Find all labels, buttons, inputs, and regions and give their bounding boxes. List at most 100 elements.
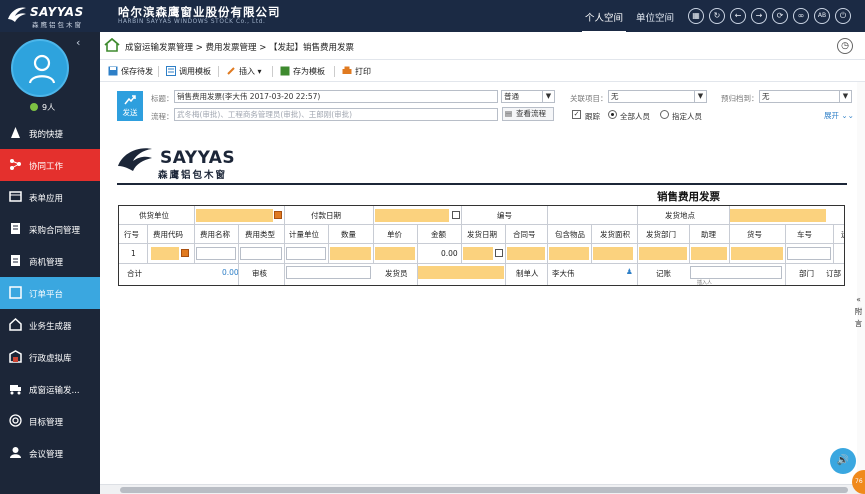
- fee-code-input[interactable]: [151, 247, 179, 260]
- ship-dept-input[interactable]: [639, 247, 687, 260]
- call-template-button[interactable]: 调用模板: [166, 66, 211, 77]
- brand-name: SAYYAS: [30, 5, 84, 19]
- number-label: 编号: [497, 211, 512, 220]
- sidebar-item-order-platform[interactable]: 订单平台: [0, 277, 100, 309]
- grid-line: [147, 225, 148, 263]
- unit-input[interactable]: [286, 247, 326, 260]
- col-amount: 金额: [431, 230, 446, 239]
- fee-name-input[interactable]: [196, 247, 236, 260]
- related-project-select[interactable]: 无 ▼: [608, 90, 707, 103]
- collapse-sidebar-icon[interactable]: ‹: [76, 36, 80, 49]
- view-flow-button[interactable]: ▤ 查看流程: [502, 107, 554, 121]
- refresh-icon[interactable]: ↻: [709, 8, 725, 24]
- grid-line: [284, 206, 285, 285]
- clock-icon[interactable]: ◷: [837, 38, 853, 54]
- online-user-count[interactable]: 9人: [30, 102, 55, 113]
- items-input[interactable]: [549, 247, 589, 260]
- home-icon[interactable]: [104, 38, 120, 52]
- fee-type-input[interactable]: [240, 247, 282, 260]
- col-quantity: 数量: [341, 230, 356, 239]
- sidebar-item-opportunity[interactable]: 商机管理: [0, 245, 100, 277]
- priority-select[interactable]: 普通 ▼: [501, 90, 555, 103]
- opportunity-icon: [11, 255, 20, 266]
- invoice-grid: 供货单位 付款日期 编号 发货地点 行号 费用代码 费用名称 费用类型 计量单位…: [118, 205, 845, 286]
- flow-input[interactable]: 武冬梅(审批)、工程商务管理员(审批)、王郎刚(审批): [174, 108, 498, 121]
- specific-people-label: 指定人员: [672, 112, 702, 121]
- vertical-scrollbar[interactable]: [857, 82, 865, 482]
- sidebar-item-purchase-contract[interactable]: 采购合同管理: [0, 213, 100, 245]
- side-note-tab[interactable]: «附言: [852, 294, 865, 330]
- sidebar-item-collab[interactable]: 协同工作: [0, 149, 100, 181]
- quantity-input[interactable]: [330, 247, 371, 260]
- calendar-icon[interactable]: [495, 249, 503, 257]
- review-input[interactable]: [286, 266, 371, 279]
- save-template-icon: [280, 66, 290, 76]
- col-contract-no: 合同号: [513, 230, 536, 239]
- truck-no-input[interactable]: [787, 247, 831, 260]
- specific-people-radio[interactable]: [660, 110, 669, 119]
- ship-date-input[interactable]: [463, 247, 493, 260]
- grid-line: [689, 225, 690, 263]
- lookup-icon[interactable]: [181, 249, 189, 257]
- template-icon: [166, 66, 176, 76]
- col-unit: 计量单位: [289, 230, 319, 239]
- avatar[interactable]: [11, 39, 69, 97]
- grid-line: [194, 206, 195, 263]
- total-label: 合计: [127, 269, 142, 278]
- tab-unit-space[interactable]: 单位空间: [636, 10, 674, 24]
- contract-no-input[interactable]: [507, 247, 545, 260]
- sidebar-item-admin-storage[interactable]: 行政虚拟库: [0, 341, 100, 373]
- save-draft-button[interactable]: 保存待发: [108, 66, 153, 77]
- scrollbar-thumb[interactable]: [120, 487, 848, 493]
- tab-personal-space[interactable]: 个人空间: [581, 10, 627, 33]
- sidebar: ‹ 9人 我的快捷 协同工作 表单应用 采购合同管理 商机管理 订单平台 业务生…: [0, 32, 100, 494]
- all-people-radio[interactable]: [608, 110, 617, 119]
- sidebar-item-builder[interactable]: 业务生成器: [0, 309, 100, 341]
- save-template-button[interactable]: 存为模板: [280, 66, 325, 77]
- save-icon: [108, 66, 118, 76]
- ab-icon[interactable]: AB: [814, 8, 830, 24]
- assistant-input[interactable]: [691, 247, 727, 260]
- col-assistant: 助理: [701, 230, 716, 239]
- send-button[interactable]: 发送: [117, 91, 143, 121]
- archive-select[interactable]: 无 ▼: [759, 90, 852, 103]
- forward-icon[interactable]: →: [751, 8, 767, 24]
- ship-place-label: 发货地点: [665, 211, 695, 220]
- title-input[interactable]: 销售费用发票(李大伟 2017-03-20 22:57): [174, 90, 498, 103]
- app-logo[interactable]: SAYYAS 森鹰铝包木窗: [6, 3, 116, 29]
- maker-label: 制单人: [516, 269, 539, 278]
- shipper-input[interactable]: [418, 266, 504, 279]
- ship-area-input[interactable]: [593, 247, 633, 260]
- supplier-input[interactable]: [196, 209, 273, 222]
- bookkeep-input[interactable]: [690, 266, 782, 279]
- grid-line: [417, 225, 418, 285]
- track-checkbox[interactable]: ✓: [572, 110, 581, 119]
- sidebar-item-forms[interactable]: 表单应用: [0, 181, 100, 213]
- pay-date-input[interactable]: [375, 209, 449, 222]
- print-button[interactable]: 打印: [342, 66, 371, 77]
- eagle-logo-icon: [8, 7, 26, 22]
- sync-icon[interactable]: ⟳: [772, 8, 788, 24]
- insert-button[interactable]: 插入 ▾: [226, 66, 262, 77]
- calendar-icon[interactable]: [452, 211, 460, 219]
- brand-sub: 森鹰铝包木窗: [32, 21, 83, 29]
- sidebar-item-shortcuts[interactable]: 我的快捷: [0, 117, 100, 149]
- sidebar-item-goals[interactable]: 目标管理: [0, 405, 100, 437]
- expand-link[interactable]: 展开 ⌄⌄: [824, 110, 854, 121]
- unit-price-input[interactable]: [375, 247, 415, 260]
- lookup-icon[interactable]: [274, 211, 282, 219]
- horizontal-scrollbar[interactable]: [100, 484, 865, 494]
- person-icon[interactable]: ♟: [626, 267, 633, 276]
- power-icon[interactable]: ⏻: [835, 8, 851, 24]
- speaker-icon[interactable]: 🔊: [830, 448, 856, 474]
- link-icon[interactable]: ∞: [793, 8, 809, 24]
- sidebar-item-transport[interactable]: 成窗运输发...: [0, 373, 100, 405]
- storage-icon: [9, 350, 22, 363]
- builder-icon: [9, 318, 22, 331]
- apps-icon[interactable]: ▦: [688, 8, 704, 24]
- item-no-input[interactable]: [731, 247, 783, 260]
- sidebar-item-meetings[interactable]: 会议管理: [0, 437, 100, 469]
- back-icon[interactable]: ←: [730, 8, 746, 24]
- ship-place-input[interactable]: [730, 209, 826, 222]
- toolbar-divider: [218, 66, 219, 77]
